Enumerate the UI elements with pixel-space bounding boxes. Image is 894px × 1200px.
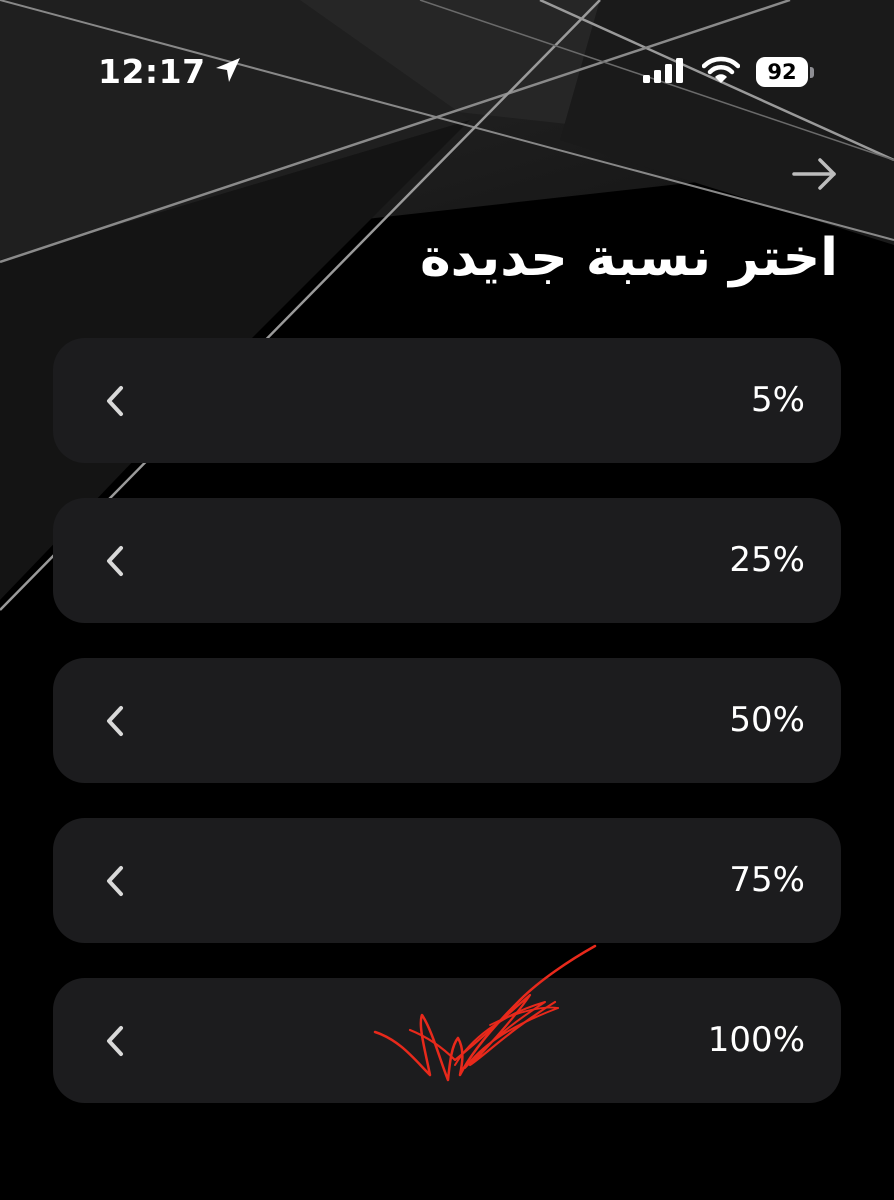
option-label: 5% xyxy=(751,380,805,420)
page-title: اختر نسبة جديدة xyxy=(419,228,838,288)
arrow-right-icon xyxy=(792,158,836,190)
option-label: 50% xyxy=(729,700,805,740)
battery-cap xyxy=(810,66,814,78)
cellular-signal-icon xyxy=(642,56,686,88)
chevron-left-icon xyxy=(107,546,123,576)
wifi-icon xyxy=(701,56,741,88)
option-label: 75% xyxy=(729,860,805,900)
option-75-percent[interactable]: 75% xyxy=(53,818,841,943)
status-time: 12:17 xyxy=(98,52,206,91)
option-label: 25% xyxy=(729,540,805,580)
battery-icon: 92 xyxy=(756,55,814,89)
back-button[interactable] xyxy=(788,150,842,198)
status-icons: 92 xyxy=(642,55,814,89)
option-25-percent[interactable]: 25% xyxy=(53,498,841,623)
location-arrow-icon xyxy=(214,56,242,88)
time-group: 12:17 xyxy=(98,52,242,92)
option-label: 100% xyxy=(707,1020,805,1060)
battery-level: 92 xyxy=(767,59,797,84)
option-5-percent[interactable]: 5% xyxy=(53,338,841,463)
battery-body: 92 xyxy=(756,57,808,87)
chevron-left-icon xyxy=(107,386,123,416)
chevron-left-icon xyxy=(107,866,123,896)
chevron-left-icon xyxy=(107,1026,123,1056)
chevron-left-icon xyxy=(107,706,123,736)
red-scribble-annotation xyxy=(373,944,597,1082)
option-50-percent[interactable]: 50% xyxy=(53,658,841,783)
status-bar: 12:17 92 xyxy=(0,0,894,140)
